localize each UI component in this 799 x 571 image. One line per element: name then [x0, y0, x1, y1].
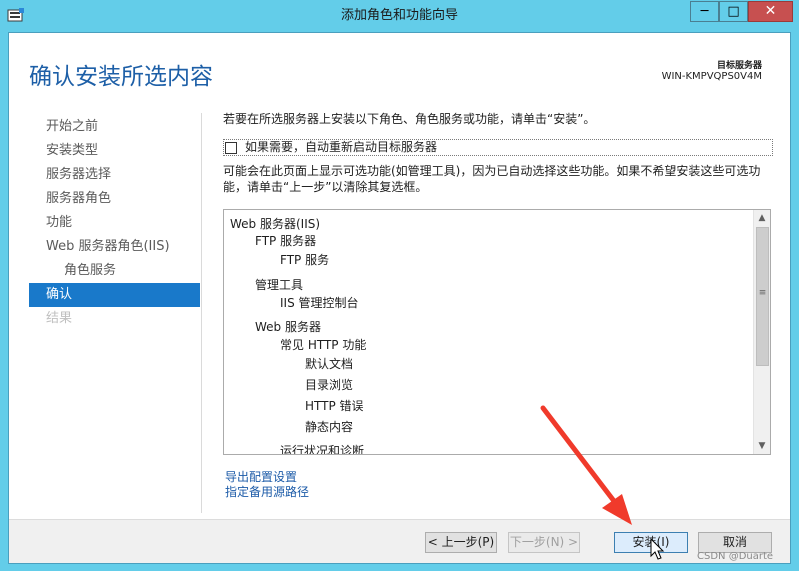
chevron-up-icon[interactable]: ▲: [754, 210, 770, 226]
nav-divider: [201, 113, 202, 513]
minimize-button[interactable]: ─: [690, 1, 719, 22]
list-scrollbar[interactable]: ▲ ≡ ▼: [753, 210, 770, 454]
restart-label[interactable]: 如果需要，自动重新启动目标服务器: [245, 140, 437, 155]
grip-icon: ≡: [758, 288, 767, 298]
list-item: 目录浏览: [305, 378, 354, 392]
list-item: 常见 HTTP 功能: [280, 338, 367, 352]
watermark: CSDN @Duarte: [697, 551, 774, 562]
notice-line-2: 能，请单击“上一步”以清除其复选框。: [223, 180, 428, 194]
list-item: Web 服务器: [255, 320, 321, 334]
optional-features-notice: 可能会在此页面上显示可选功能(如管理工具)，因为已自动选择这些功能。如果不希望安…: [223, 163, 773, 195]
nav-item-role-services[interactable]: 角色服务: [29, 259, 200, 283]
list-item: 运行状况和诊断: [280, 444, 365, 454]
nav-item-before-you-begin[interactable]: 开始之前: [29, 115, 200, 139]
window-title: 添加角色和功能向导: [340, 8, 458, 23]
wizard-client-area: 确认安装所选内容 目标服务器 WIN-KMPVQPS0V4M 开始之前 安装类型…: [8, 32, 791, 564]
target-server-value: WIN-KMPVQPS0V4M: [661, 71, 762, 82]
page-title: 确认安装所选内容: [29, 64, 213, 90]
restart-option[interactable]: 如果需要，自动重新启动目标服务器: [223, 139, 773, 156]
cancel-button[interactable]: 取消: [698, 532, 772, 553]
nav-item-installation-type[interactable]: 安装类型: [29, 139, 200, 163]
notice-line-1: 可能会在此页面上显示可选功能(如管理工具)，因为已自动选择这些功能。如果不希望安…: [223, 164, 761, 178]
nav-item-results: 结果: [46, 311, 73, 326]
list-item: 默认文档: [305, 357, 354, 371]
nav-item-server-roles[interactable]: 服务器角色: [29, 187, 200, 211]
maximize-icon: □: [727, 4, 740, 19]
list-item: 管理工具: [255, 278, 304, 292]
mouse-pointer-icon: [650, 538, 665, 560]
list-item: HTTP 错误: [305, 399, 364, 413]
wizard-nav: 开始之前 安装类型 服务器选择 服务器角色 功能 Web 服务器角色(IIS) …: [29, 115, 200, 331]
minimize-icon: ─: [700, 4, 709, 19]
scrollbar-thumb[interactable]: ≡: [756, 227, 769, 366]
alternate-source-link[interactable]: 指定备用源路径: [225, 483, 309, 500]
chevron-down-icon[interactable]: ▼: [754, 438, 770, 454]
list-item: IIS 管理控制台: [280, 296, 359, 310]
nav-item-web-server-role[interactable]: Web 服务器角色(IIS): [29, 235, 200, 259]
nav-item-confirmation[interactable]: 确认: [29, 283, 200, 307]
next-button[interactable]: 下一步(N) >: [508, 532, 580, 553]
close-icon: ✕: [764, 3, 777, 19]
target-server-label: 目标服务器: [716, 61, 762, 71]
selection-list-items: Web 服务器(IIS) FTP 服务器 FTP 服务 管理工具 IIS 管理控…: [224, 210, 754, 454]
wizard-footer: < 上一步(P) 下一步(N) > 安装(I) 取消: [9, 519, 790, 563]
list-item: 静态内容: [305, 420, 354, 434]
restart-checkbox[interactable]: [225, 142, 237, 154]
maximize-button[interactable]: □: [719, 1, 748, 22]
nav-item-server-selection[interactable]: 服务器选择: [29, 163, 200, 187]
list-item: FTP 服务: [280, 253, 330, 267]
main-content: 若要在所选服务器上安装以下角色、角色服务或功能，请单击“安装”。 如果需要，自动…: [223, 111, 773, 455]
close-button[interactable]: ✕: [748, 1, 793, 22]
list-item: FTP 服务器: [255, 234, 317, 248]
title-bar[interactable]: 添加角色和功能向导 ─ □ ✕: [0, 0, 799, 32]
selection-list[interactable]: Web 服务器(IIS) FTP 服务器 FTP 服务 管理工具 IIS 管理控…: [223, 209, 771, 455]
list-item: Web 服务器(IIS): [230, 217, 321, 231]
previous-button[interactable]: < 上一步(P): [425, 532, 497, 553]
instruction-text: 若要在所选服务器上安装以下角色、角色服务或功能，请单击“安装”。: [223, 112, 596, 126]
nav-item-features[interactable]: 功能: [29, 211, 200, 235]
window-frame: 添加角色和功能向导 ─ □ ✕ 确认安装所选内容 目标服务器 WIN-KMPVQ…: [0, 0, 799, 571]
